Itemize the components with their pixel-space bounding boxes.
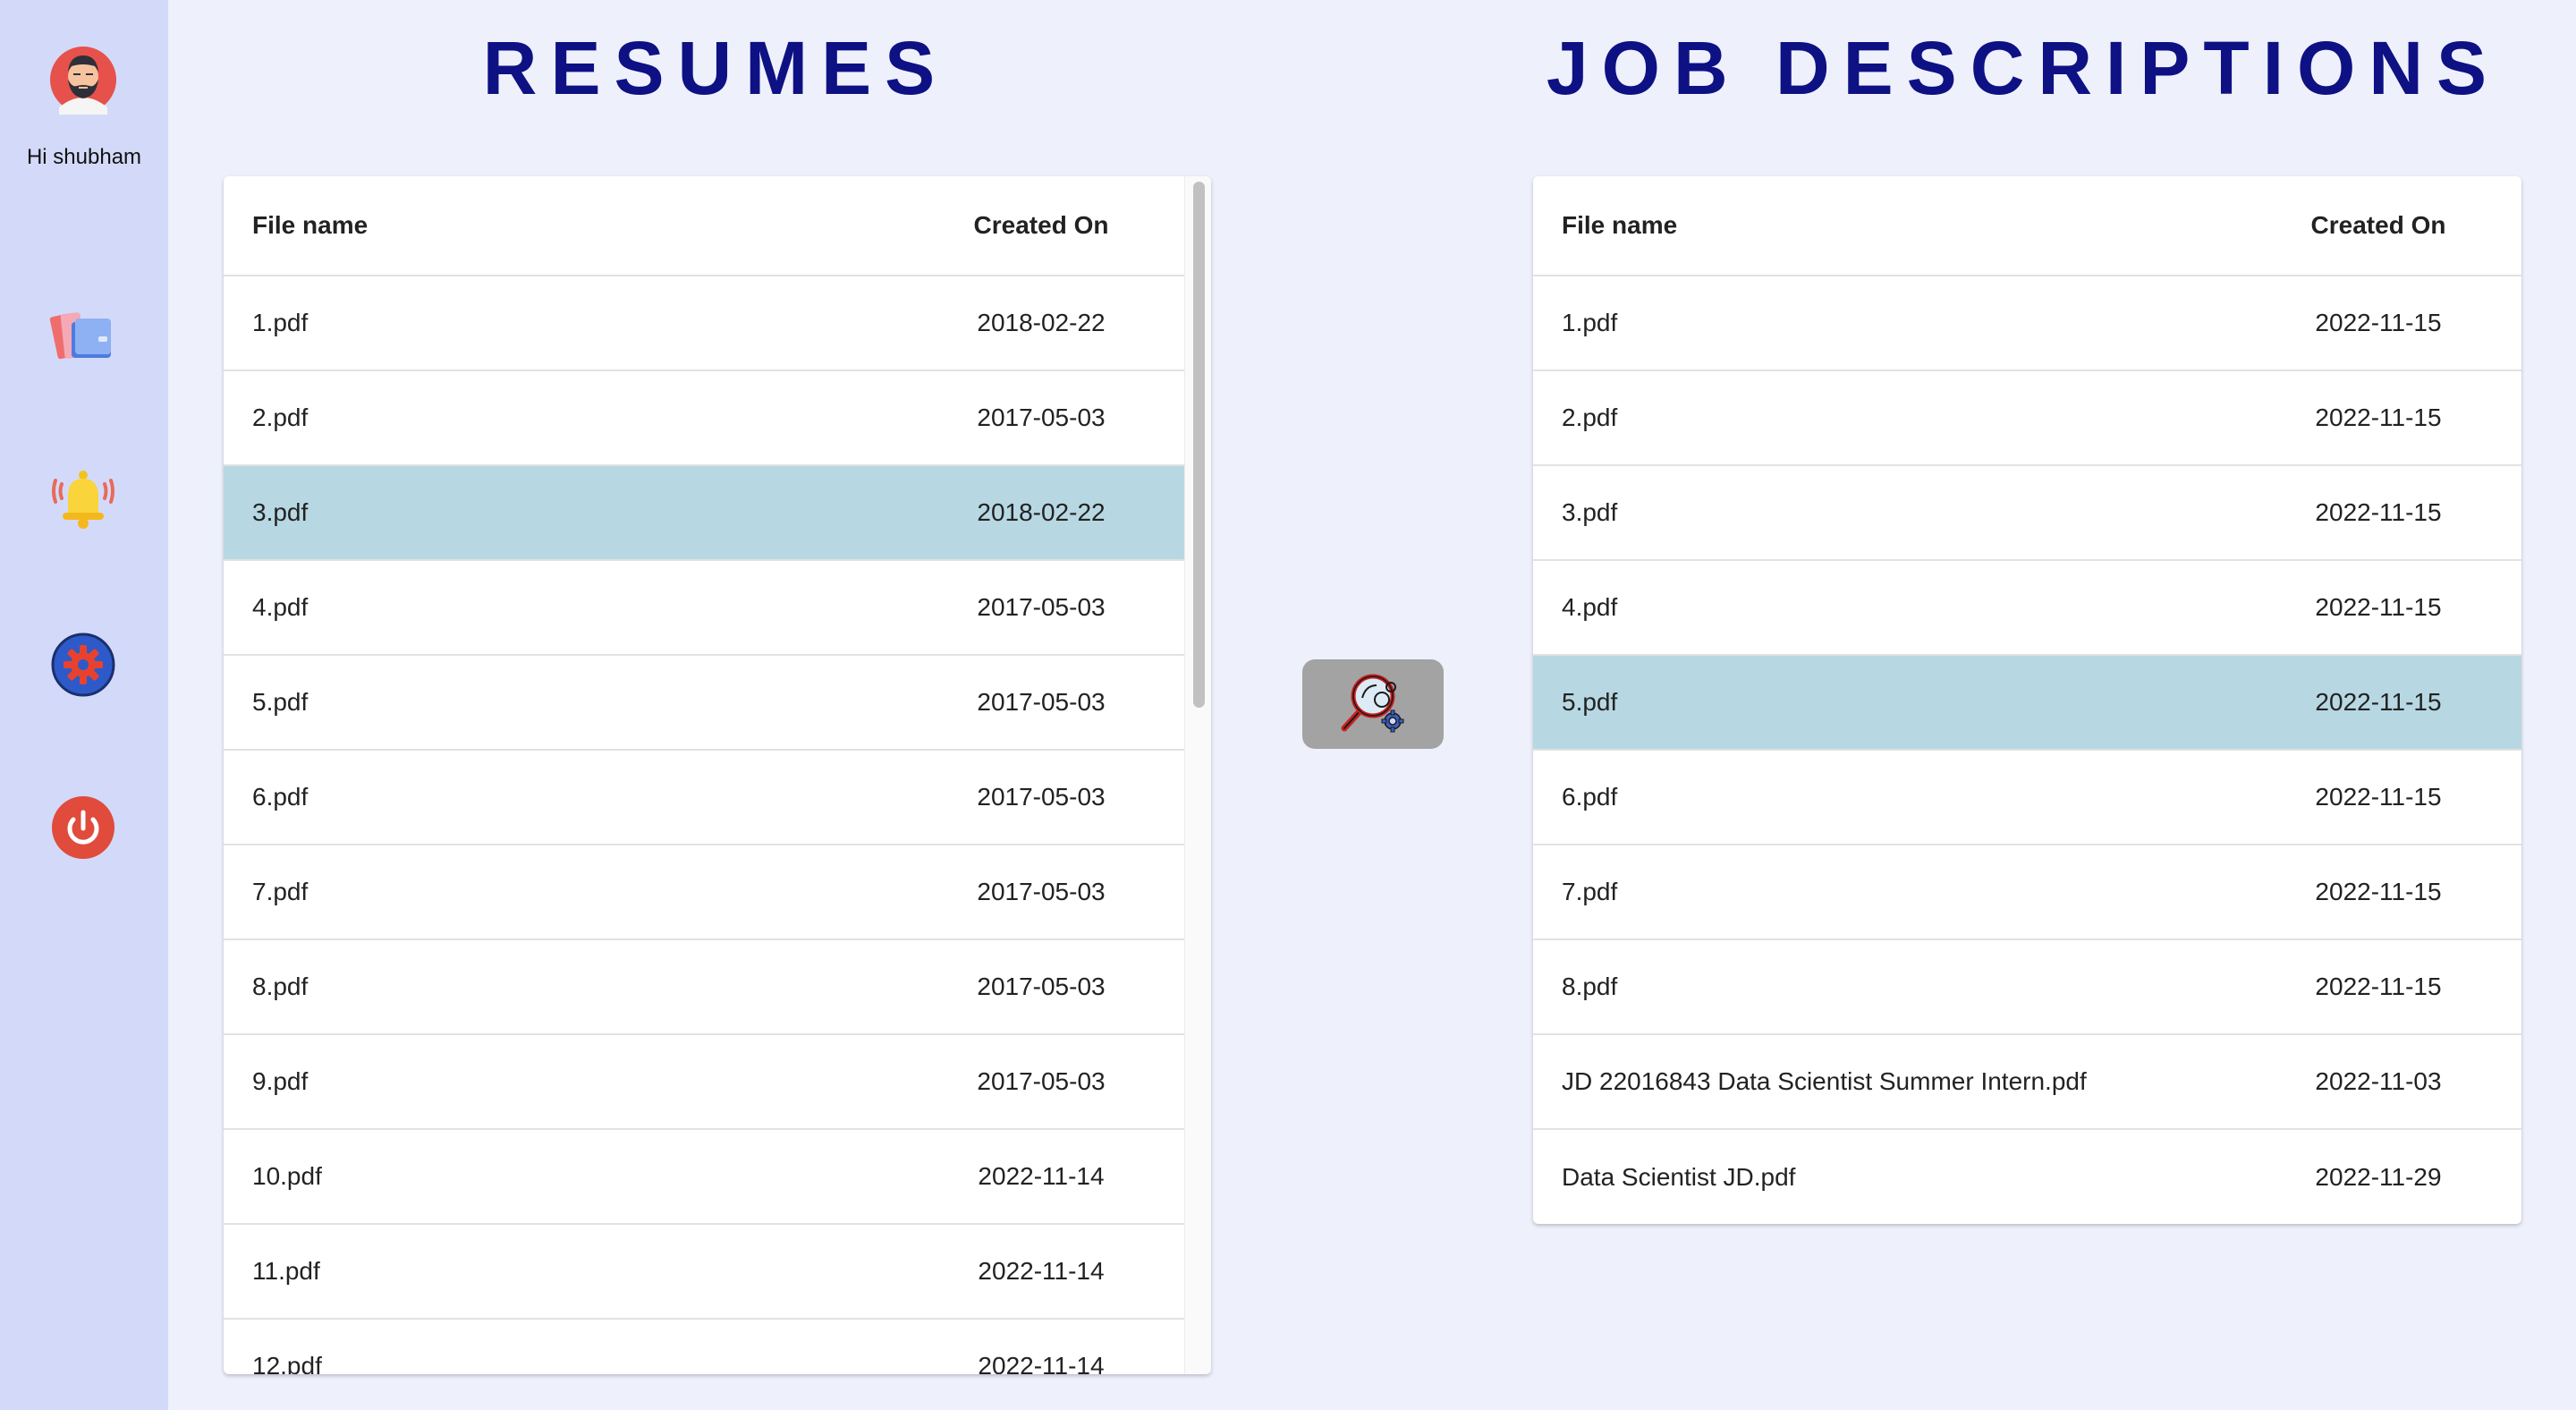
created-on-cell: 2022-11-03 <box>2315 1067 2442 1095</box>
file-name-cell: 1.pdf <box>1562 309 1618 336</box>
table-row[interactable]: Data Scientist JD.pdf 2022-11-29 <box>1533 1130 2521 1224</box>
created-on-cell: 2022-11-15 <box>2315 498 2442 526</box>
table-row[interactable]: 3.pdf 2022-11-15 <box>1533 466 2521 561</box>
table-row[interactable]: 2.pdf 2022-11-15 <box>1533 371 2521 466</box>
file-name-cell: 8.pdf <box>1562 973 1618 1000</box>
file-name-cell: 10.pdf <box>252 1162 322 1190</box>
scrollbar-thumb[interactable] <box>1193 182 1205 708</box>
table-row[interactable]: 4.pdf 2017-05-03 <box>224 561 1184 656</box>
files-icon[interactable] <box>48 302 118 372</box>
file-name-cell: 6.pdf <box>1562 783 1618 811</box>
created-on-cell: 2018-02-22 <box>977 309 1106 336</box>
created-on-cell: 2022-11-15 <box>2315 309 2442 336</box>
file-name-cell: 8.pdf <box>252 973 309 1000</box>
table-row[interactable]: 7.pdf 2022-11-15 <box>1533 845 2521 940</box>
search-gear-icon <box>1335 666 1411 743</box>
file-name-cell: 4.pdf <box>1562 593 1618 621</box>
column-header-file-name[interactable]: File name <box>1533 211 2271 240</box>
created-on-cell: 2022-11-15 <box>2315 973 2442 1000</box>
created-on-cell: 2017-05-03 <box>977 688 1106 716</box>
table-row[interactable]: 11.pdf 2022-11-14 <box>224 1225 1184 1320</box>
table-row[interactable]: 5.pdf 2017-05-03 <box>224 656 1184 751</box>
sidebar: Hi shubham <box>0 0 168 1410</box>
created-on-cell: 2017-05-03 <box>977 973 1106 1000</box>
table-row[interactable]: JD 22016843 Data Scientist Summer Intern… <box>1533 1035 2521 1130</box>
table-row[interactable]: 1.pdf 2022-11-15 <box>1533 276 2521 371</box>
file-name-cell: 7.pdf <box>252 878 309 905</box>
table-row[interactable]: 7.pdf 2017-05-03 <box>224 845 1184 940</box>
table-row[interactable]: 1.pdf 2018-02-22 <box>224 276 1184 371</box>
table-header: File name Created On <box>224 176 1184 276</box>
table-row[interactable]: 6.pdf 2017-05-03 <box>224 751 1184 845</box>
avatar-icon[interactable] <box>48 45 118 115</box>
created-on-cell: 2022-11-15 <box>2315 783 2442 811</box>
table-header: File name Created On <box>1533 176 2521 276</box>
file-name-cell: 5.pdf <box>1562 688 1618 716</box>
table-row[interactable]: 6.pdf 2022-11-15 <box>1533 751 2521 845</box>
table-row[interactable]: 12.pdf 2022-11-14 <box>224 1320 1184 1374</box>
created-on-cell: 2017-05-03 <box>977 593 1106 621</box>
file-name-cell: 3.pdf <box>1562 498 1618 526</box>
table-row[interactable]: 4.pdf 2022-11-15 <box>1533 561 2521 656</box>
bell-icon[interactable] <box>48 464 118 534</box>
file-name-cell: 7.pdf <box>1562 878 1618 905</box>
created-on-cell: 2022-11-14 <box>978 1352 1105 1374</box>
file-name-cell: 2.pdf <box>252 403 309 431</box>
created-on-cell: 2022-11-14 <box>978 1257 1105 1285</box>
table-row[interactable]: 8.pdf 2022-11-15 <box>1533 940 2521 1035</box>
job-descriptions-table: File name Created On 1.pdf 2022-11-15 2.… <box>1533 176 2521 1224</box>
resumes-table: File name Created On 1.pdf 2018-02-22 2.… <box>224 176 1211 1374</box>
file-name-cell: Data Scientist JD.pdf <box>1562 1163 1796 1191</box>
job-descriptions-heading: JOB DESCRIPTIONS <box>1546 26 2501 110</box>
created-on-cell: 2018-02-22 <box>977 498 1106 526</box>
file-name-cell: 1.pdf <box>252 309 309 336</box>
table-row[interactable]: 9.pdf 2017-05-03 <box>224 1035 1184 1130</box>
file-name-cell: 6.pdf <box>252 783 309 811</box>
column-header-created-on[interactable]: Created On <box>2271 211 2521 240</box>
created-on-cell: 2022-11-15 <box>2315 403 2442 431</box>
file-name-cell: 9.pdf <box>252 1067 309 1095</box>
table-row-selected[interactable]: 3.pdf 2018-02-22 <box>224 466 1184 561</box>
power-icon[interactable] <box>48 793 118 862</box>
created-on-cell: 2022-11-15 <box>2315 878 2442 905</box>
resumes-scrollbar[interactable] <box>1184 176 1211 1374</box>
file-name-cell: 11.pdf <box>252 1257 320 1285</box>
table-row[interactable]: 2.pdf 2017-05-03 <box>224 371 1184 466</box>
table-row[interactable]: 8.pdf 2017-05-03 <box>224 940 1184 1035</box>
file-name-cell: 12.pdf <box>252 1352 322 1374</box>
file-name-cell: 2.pdf <box>1562 403 1618 431</box>
table-row-selected[interactable]: 5.pdf 2022-11-15 <box>1533 656 2521 751</box>
file-name-cell: 3.pdf <box>252 498 309 526</box>
created-on-cell: 2022-11-14 <box>978 1162 1105 1190</box>
table-row[interactable]: 10.pdf 2022-11-14 <box>224 1130 1184 1225</box>
file-name-cell: 4.pdf <box>252 593 309 621</box>
greeting-text: Hi shubham <box>26 145 142 169</box>
created-on-cell: 2017-05-03 <box>977 783 1106 811</box>
resumes-heading: RESUMES <box>482 26 949 110</box>
file-name-cell: 5.pdf <box>252 688 309 716</box>
created-on-cell: 2022-11-29 <box>2315 1163 2442 1191</box>
created-on-cell: 2022-11-15 <box>2315 688 2442 716</box>
created-on-cell: 2017-05-03 <box>977 403 1106 431</box>
created-on-cell: 2022-11-15 <box>2315 593 2442 621</box>
created-on-cell: 2017-05-03 <box>977 1067 1106 1095</box>
file-name-cell: JD 22016843 Data Scientist Summer Intern… <box>1562 1067 2087 1095</box>
settings-icon[interactable] <box>48 630 118 700</box>
column-header-created-on[interactable]: Created On <box>934 211 1184 240</box>
column-header-file-name[interactable]: File name <box>224 211 934 240</box>
created-on-cell: 2017-05-03 <box>977 878 1106 905</box>
match-button[interactable] <box>1302 659 1444 749</box>
